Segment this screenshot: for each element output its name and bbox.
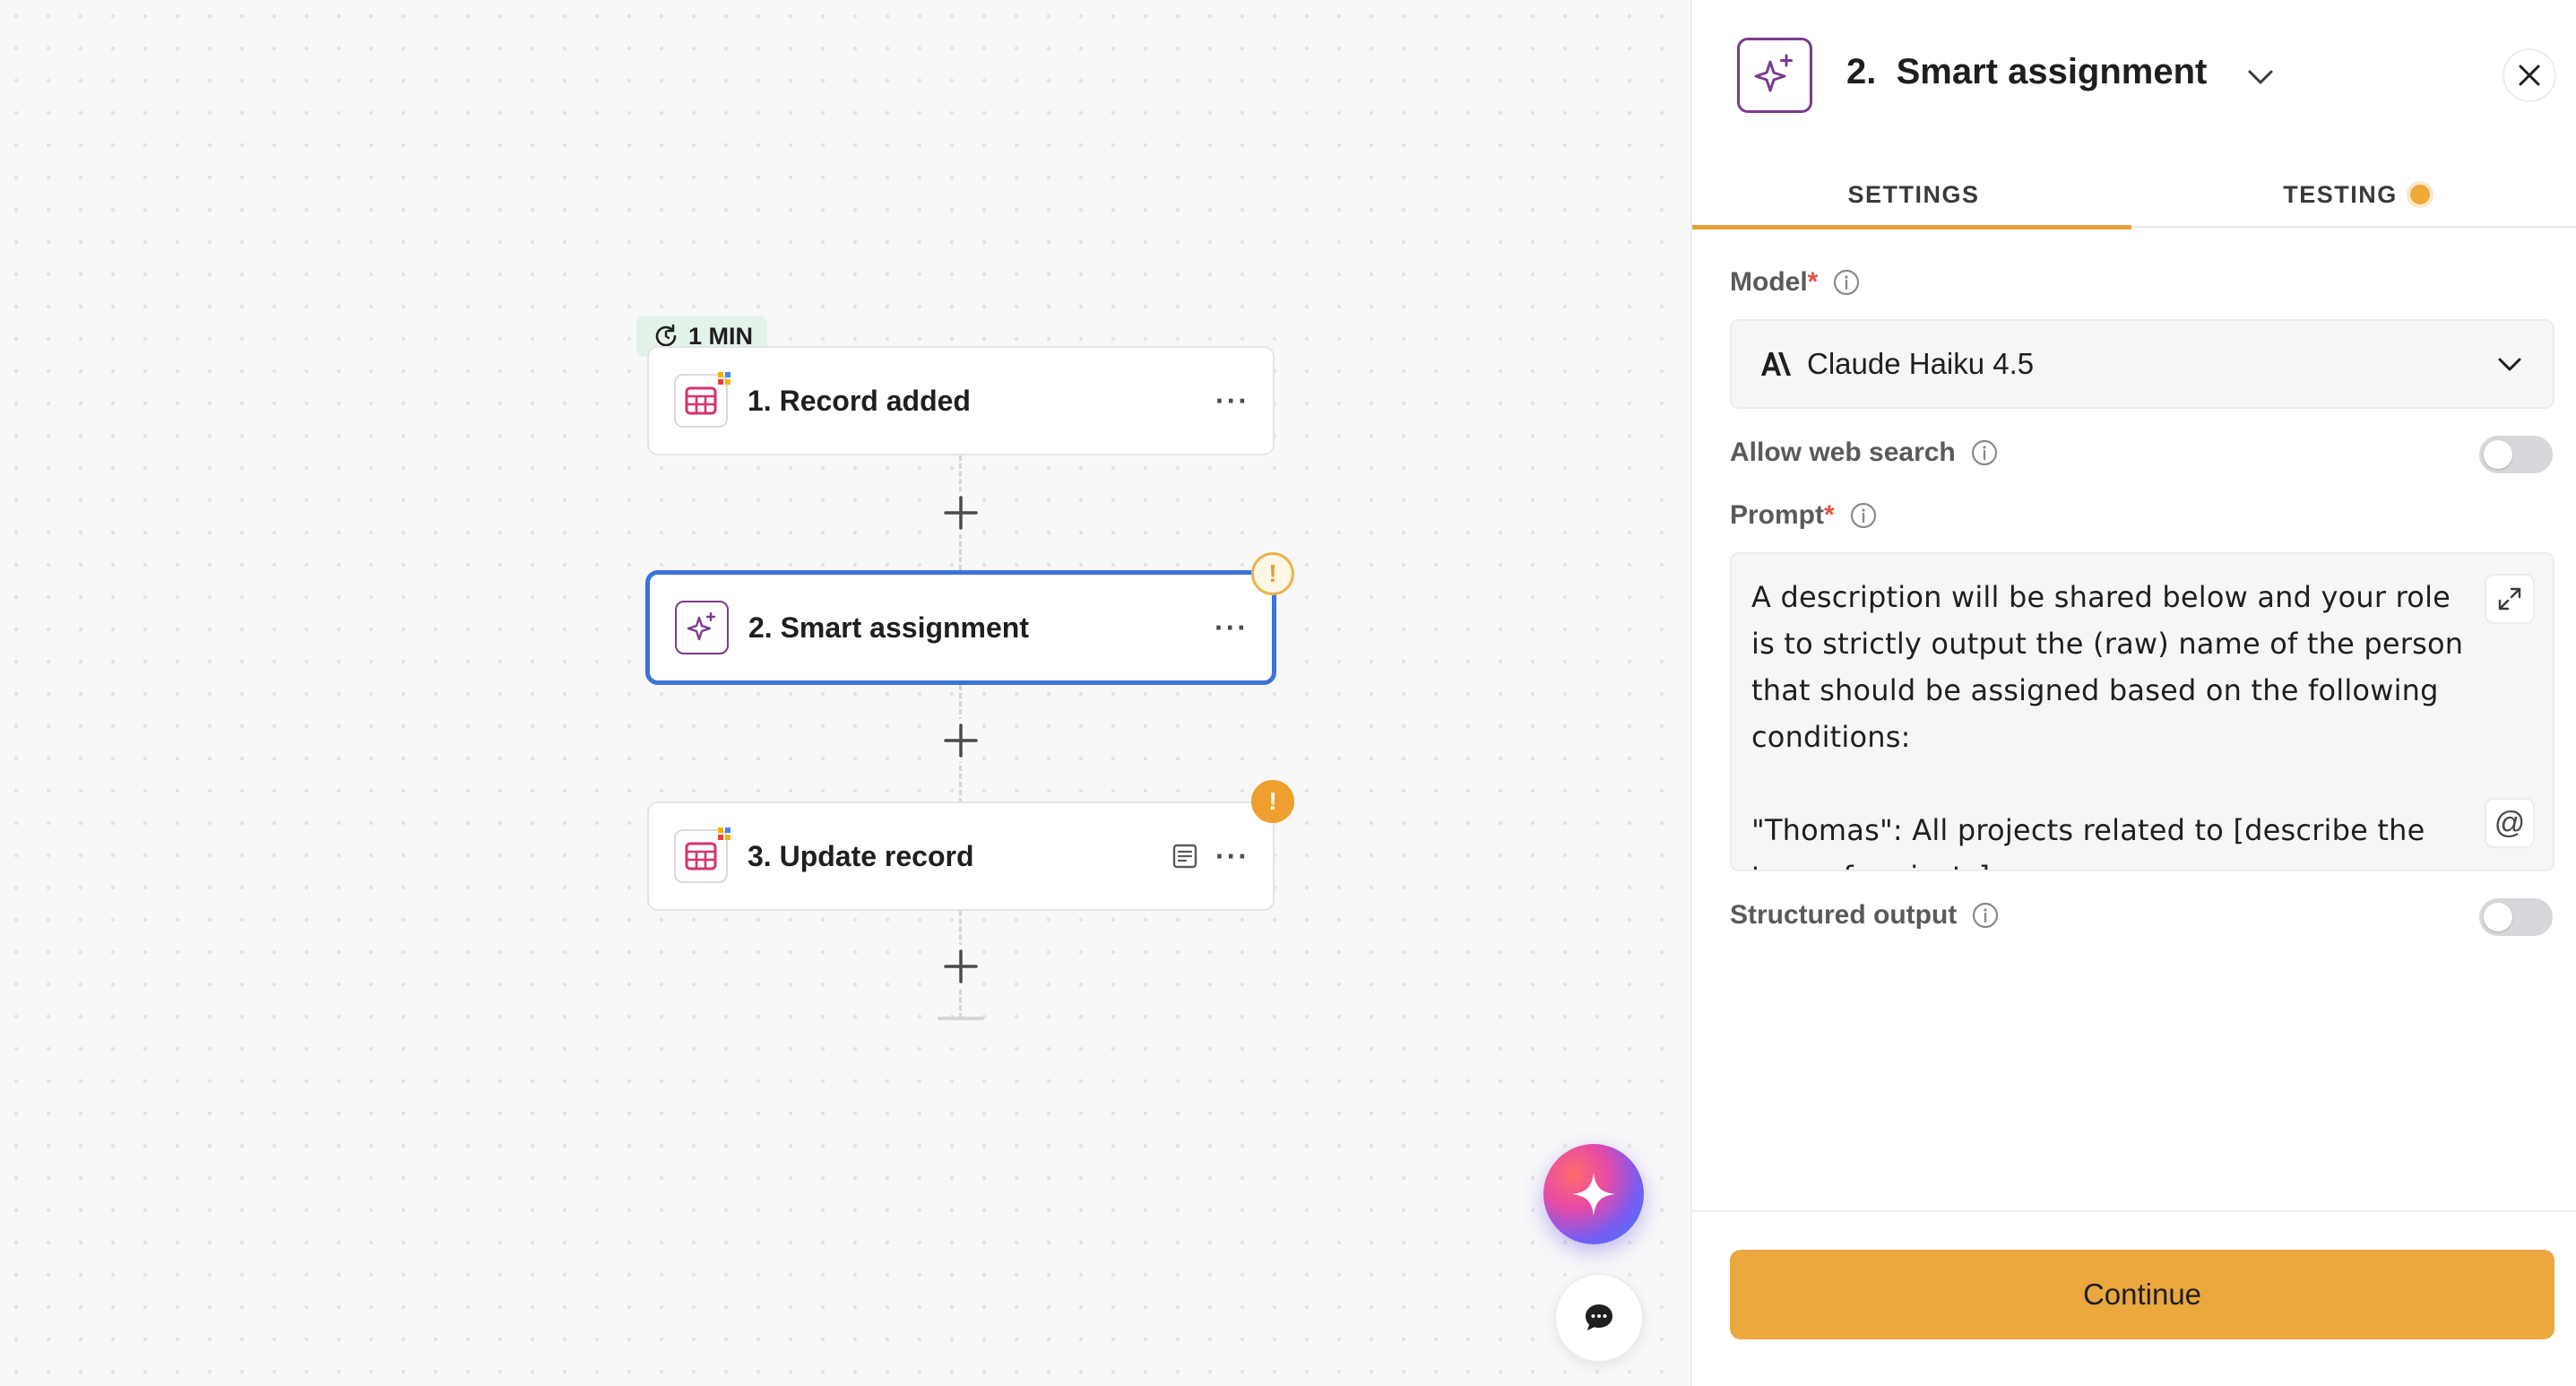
step-card-record-added[interactable]: 1. Record added ···: [647, 346, 1275, 455]
workflow-canvas[interactable]: 1 MIN 1. Record added ··· 2. Smart assig…: [0, 0, 1690, 1386]
model-select[interactable]: Claude Haiku 4.5: [1730, 319, 2554, 409]
info-icon[interactable]: [1849, 501, 1878, 530]
more-options-button[interactable]: ···: [1215, 613, 1249, 642]
ai-assistant-button[interactable]: [1543, 1144, 1644, 1244]
more-options-button[interactable]: ···: [1215, 842, 1249, 871]
structured-output-toggle[interactable]: [2479, 898, 2553, 936]
prompt-textarea[interactable]: A description will be shared below and y…: [1730, 552, 2554, 871]
prompt-text[interactable]: A description will be shared below and y…: [1751, 574, 2468, 870]
step-card-update-record[interactable]: 3. Update record ···: [647, 801, 1275, 911]
plus-icon: [944, 949, 978, 983]
step-card-smart-assignment[interactable]: 2. Smart assignment ···: [645, 570, 1276, 685]
close-icon: [2519, 65, 2540, 86]
plus-icon: [944, 496, 978, 530]
note-icon[interactable]: [1171, 842, 1199, 871]
panel-title: 2. Smart assignment: [1846, 52, 2208, 91]
table-icon: [674, 372, 730, 428]
sparkle-icon: [1737, 38, 1812, 113]
sparkle-icon: [1572, 1173, 1615, 1216]
chevron-down-icon[interactable]: [2243, 59, 2278, 95]
tab-settings[interactable]: SETTINGS: [1692, 161, 2135, 230]
add-step-button[interactable]: [939, 719, 982, 762]
expand-prompt-button[interactable]: [2485, 574, 2535, 624]
tab-label: SETTINGS: [1847, 180, 1980, 208]
panel-header: 2. Smart assignment: [1692, 0, 2576, 151]
step-settings-panel: 2. Smart assignment SETTINGS TESTING Mod…: [1690, 0, 2576, 1386]
sparkle-icon: [675, 601, 729, 654]
insert-variable-button[interactable]: @: [2485, 798, 2535, 848]
required-mark: *: [1807, 267, 1819, 297]
table-icon: [674, 827, 730, 883]
chat-bubble-icon: [1586, 1304, 1612, 1330]
label-text: Prompt: [1730, 500, 1824, 530]
info-icon[interactable]: [1832, 268, 1861, 297]
anthropic-logo-icon: [1761, 352, 1791, 376]
model-selected-value: Claude Haiku 4.5: [1807, 347, 2035, 380]
panel-footer: Continue: [1692, 1210, 2576, 1386]
add-step-button[interactable]: [939, 945, 982, 988]
info-icon[interactable]: [1970, 438, 1999, 467]
model-field-label: Model *: [1730, 267, 1861, 298]
tab-label: TESTING: [2283, 180, 2398, 208]
continue-button[interactable]: Continue: [1730, 1250, 2554, 1339]
chevron-down-icon: [2498, 358, 2521, 371]
flow-end-cap: [938, 1017, 984, 1020]
structured-output-label: Structured output: [1730, 900, 2000, 931]
close-panel-button[interactable]: [2503, 48, 2556, 102]
add-step-button[interactable]: [939, 491, 982, 534]
toggle-knob: [2484, 440, 2512, 469]
web-search-label: Allow web search: [1730, 437, 1999, 468]
warning-badge[interactable]: !: [1251, 552, 1294, 595]
step-title: 1. Record added: [748, 384, 971, 417]
toggle-knob: [2484, 903, 2512, 931]
label-text: Allow web search: [1730, 437, 1956, 467]
step-title: 2. Smart assignment: [748, 611, 1029, 644]
tab-testing[interactable]: TESTING: [2135, 161, 2576, 228]
web-search-toggle[interactable]: [2479, 436, 2553, 473]
prompt-field-label: Prompt *: [1730, 500, 1878, 531]
expand-icon: [2498, 587, 2521, 611]
plus-icon: [944, 723, 978, 758]
chat-button[interactable]: [1554, 1273, 1644, 1363]
status-dot: [2409, 185, 2430, 204]
more-options-button[interactable]: ···: [1215, 386, 1249, 415]
label-text: Structured output: [1730, 900, 1958, 930]
required-mark: *: [1824, 500, 1835, 530]
label-text: Model: [1730, 267, 1808, 297]
warning-badge[interactable]: !: [1251, 780, 1294, 823]
step-title: 3. Update record: [748, 839, 974, 872]
panel-tabs: SETTINGS TESTING: [1692, 161, 2576, 230]
info-icon[interactable]: [1971, 901, 2000, 930]
